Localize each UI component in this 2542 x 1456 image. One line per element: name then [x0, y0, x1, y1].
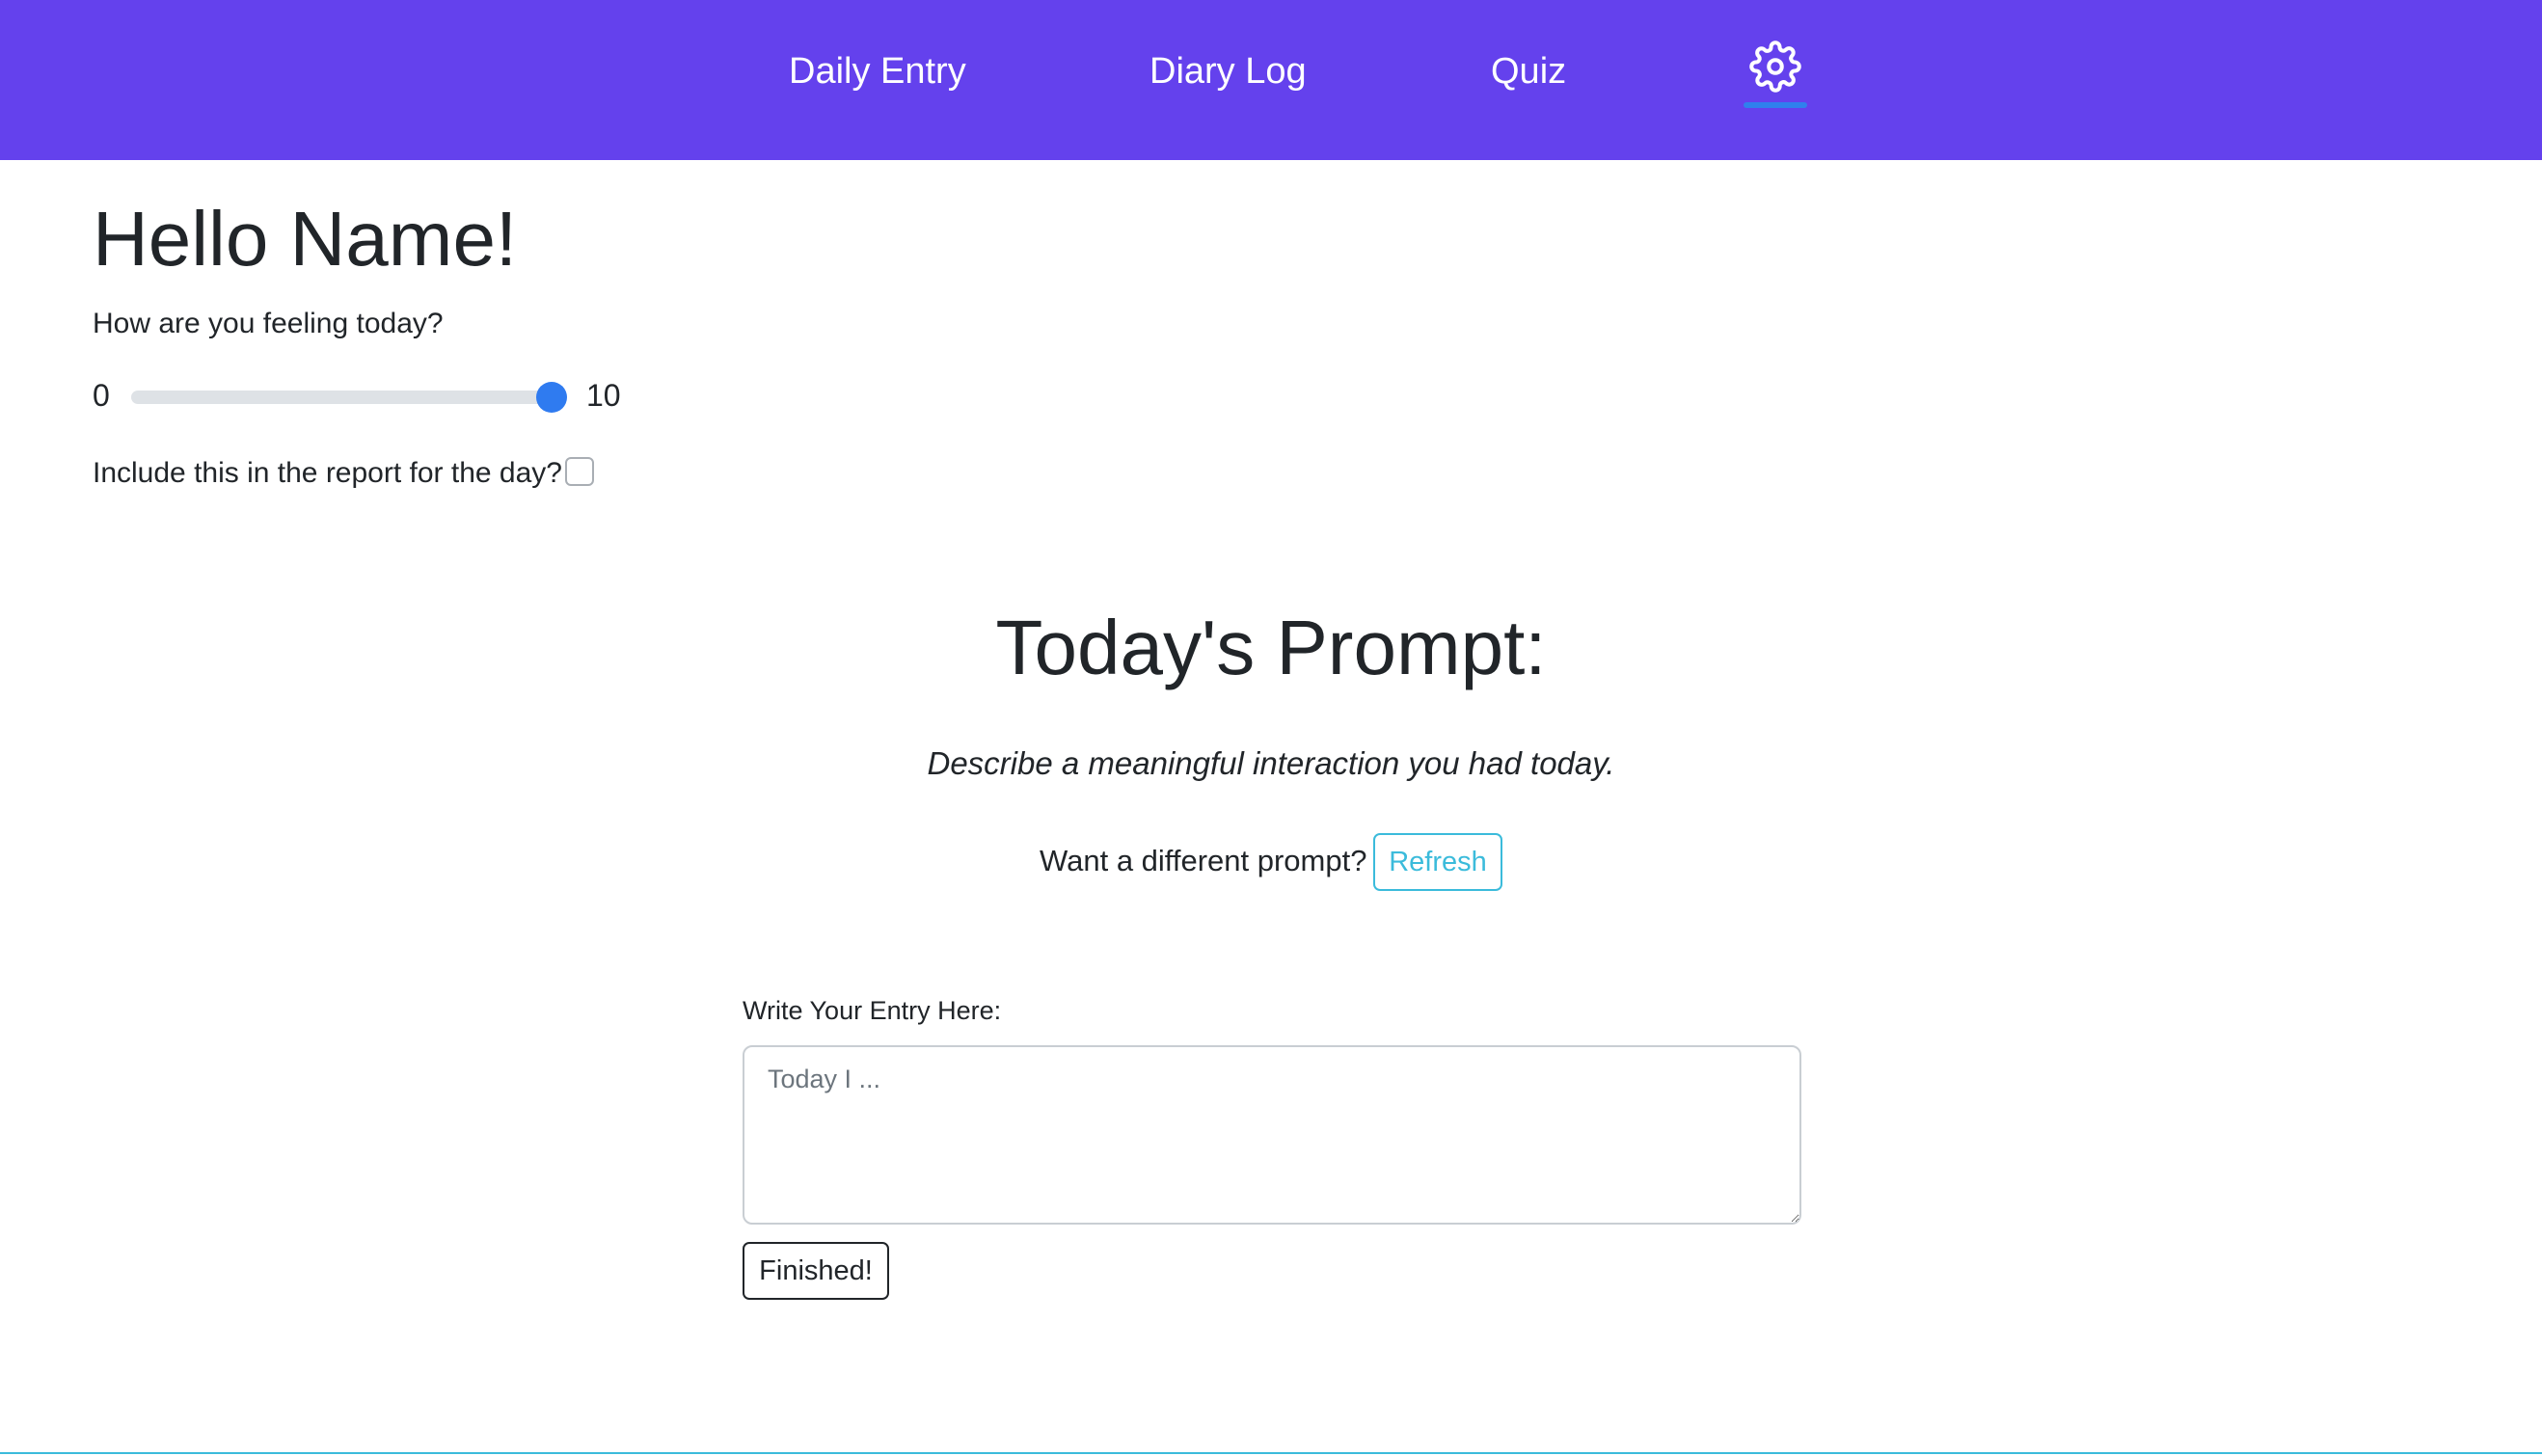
nav-settings[interactable] [1744, 37, 1807, 112]
entry-label: Write Your Entry Here: [743, 996, 1002, 1025]
prompt-text: Describe a meaningful interaction you ha… [927, 745, 1615, 781]
nav-diary-log[interactable]: Diary Log [1149, 44, 1307, 98]
finished-button[interactable]: Finished! [743, 1242, 889, 1300]
refresh-question: Want a different prompt? [1040, 844, 1367, 877]
slider-track [131, 391, 567, 404]
report-checkbox[interactable] [565, 457, 594, 486]
prompt-heading: Today's Prompt: [995, 605, 1547, 690]
active-tab-indicator [1744, 102, 1807, 108]
refresh-button[interactable]: Refresh [1373, 833, 1502, 891]
greeting-heading: Hello Name! [93, 196, 518, 282]
entry-textarea[interactable] [743, 1045, 1801, 1225]
nav-quiz[interactable]: Quiz [1491, 44, 1566, 98]
mood-question: How are you feeling today? [93, 308, 444, 339]
slider-thumb[interactable] [536, 382, 567, 413]
slider-min-label: 0 [93, 378, 110, 413]
nav-daily-entry[interactable]: Daily Entry [789, 44, 966, 98]
gear-icon [1749, 40, 1801, 93]
report-label: Include this in the report for the day? [93, 457, 562, 489]
footer-divider [0, 1452, 2542, 1454]
slider-max-label: 10 [586, 378, 621, 413]
mood-slider[interactable] [131, 382, 567, 413]
top-navbar: Daily Entry Diary Log Quiz [0, 0, 2542, 160]
